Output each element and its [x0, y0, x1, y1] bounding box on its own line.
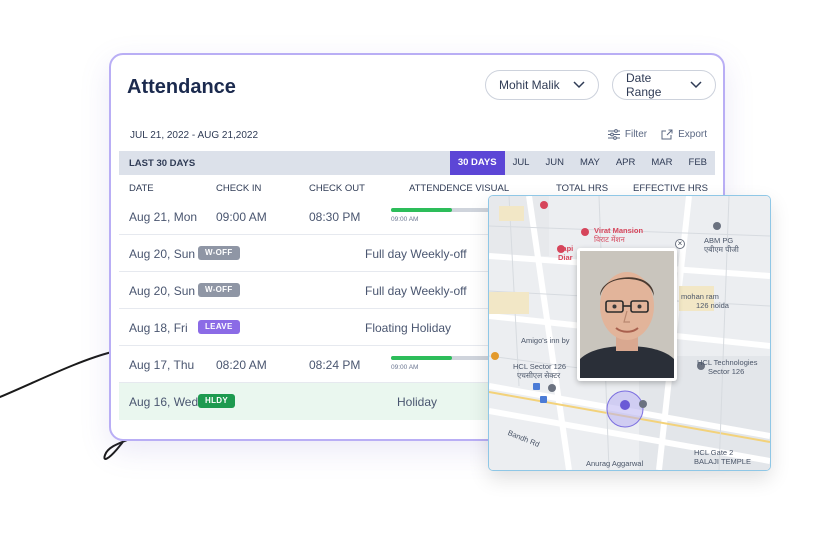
row-date: Aug 20, Sun [129, 247, 196, 261]
status-badge: LEAVE [198, 320, 240, 334]
export-label: Export [678, 129, 707, 140]
chevron-down-icon [690, 81, 702, 89]
location-map-popup: Virat Mansion विराट मेंशन Capi Diar ABM … [488, 195, 771, 471]
date-range-label: JUL 21, 2022 - AUG 21,2022 [130, 130, 259, 141]
row-date: Aug 16, Wed [129, 395, 199, 409]
column-header: TOTAL HRS [556, 183, 609, 194]
map-label-hcl-gate: HCL Gate 2 [694, 448, 734, 457]
map-label-abm-pg: ABM PG [704, 236, 734, 245]
map-label-hcl-tech: HCL Technologies [697, 358, 758, 367]
column-header: CHECK IN [216, 183, 262, 194]
row-note: Floating Holiday [365, 321, 452, 335]
close-icon[interactable]: × [675, 239, 685, 249]
attendance-track [391, 208, 501, 212]
row-check-out: 08:30 PM [309, 210, 361, 224]
attendance-track [391, 356, 501, 360]
employee-photo [577, 248, 677, 381]
tab-jul[interactable]: JUL [505, 151, 538, 175]
row-note: Full day Weekly-off [365, 284, 467, 298]
tab-apr[interactable]: APR [608, 151, 644, 175]
row-date: Aug 20, Sun [129, 284, 196, 298]
row-date: Aug 17, Thu [129, 358, 195, 372]
map-label-capi: Capi [557, 244, 574, 253]
map-label-balaji: BALAJI TEMPLE [694, 457, 751, 466]
row-date: Aug 21, Mon [129, 210, 198, 224]
map-label-mohan-ram: mohan ram [681, 292, 719, 301]
status-badge: W-OFF [198, 246, 240, 260]
tab-may[interactable]: MAY [572, 151, 608, 175]
face-photo-image [580, 251, 674, 378]
employee-select-value: Mohit Malik [499, 78, 560, 92]
tab-30-days[interactable]: 30 DAYS [449, 151, 505, 175]
attendance-visual: 09:00 AM [391, 208, 501, 223]
row-date: Aug 18, Fri [129, 321, 188, 335]
map-label-virat-mansion: Virat Mansion [594, 226, 644, 235]
column-header: CHECK OUT [309, 183, 365, 194]
row-check-in: 09:00 AM [216, 210, 267, 224]
map-label-virat-mansion-hindi: विराट मेंशन [594, 235, 625, 244]
row-note: Holiday [397, 395, 438, 409]
page-title: Attendance [127, 76, 236, 98]
map-label-noida: 126 noida [696, 301, 729, 310]
period-tabs: 30 DAYS JUL JUN MAY APR MAR FEB [449, 151, 715, 175]
filter-icon [607, 129, 620, 140]
attendance-visual: 09:00 AM [391, 356, 501, 371]
date-range-select[interactable]: Date Range [612, 70, 716, 100]
column-header: ATTENDENCE VISUAL [409, 183, 510, 194]
period-label: LAST 30 DAYS [129, 158, 196, 169]
map-label-hcl-sector-hindi: एचसीएल सेक्टर [517, 371, 561, 380]
tab-jun[interactable]: JUN [537, 151, 571, 175]
visual-start-time: 09:00 AM [391, 216, 419, 223]
attendance-fill [391, 208, 452, 212]
chevron-down-icon [573, 81, 585, 89]
visual-start-time: 09:00 AM [391, 364, 419, 371]
employee-select[interactable]: Mohit Malik [485, 70, 599, 100]
column-header: DATE [129, 183, 154, 194]
period-bar: LAST 30 DAYS 30 DAYS JUL JUN MAY APR MAR FEB [119, 151, 715, 175]
row-check-in: 08:20 AM [216, 358, 267, 372]
row-check-out: 08:24 PM [309, 358, 361, 372]
filter-label: Filter [624, 129, 648, 140]
filter-button[interactable]: Filter [607, 129, 648, 140]
status-badge: W-OFF [198, 283, 240, 297]
tab-mar[interactable]: MAR [643, 151, 680, 175]
export-button[interactable]: Export [661, 129, 707, 140]
attendance-fill [391, 356, 452, 360]
map-label-abm-pg-hindi: एबीएम पीजी [704, 245, 739, 254]
column-header: EFFECTIVE HRS [633, 183, 708, 194]
map-label-amigos: Amigo's inn by [521, 336, 570, 345]
tab-feb[interactable]: FEB [681, 151, 715, 175]
status-badge: HLDY [198, 394, 235, 408]
map-label-hcl-tech-sector: Sector 126 [708, 367, 745, 376]
map-label-diar: Diar [558, 253, 573, 262]
map-label-hcl-sector: HCL Sector 126 [513, 362, 567, 371]
export-icon [661, 129, 673, 140]
date-range-select-value: Date Range [626, 71, 662, 99]
map-label-anurag: Anurag Aggarwal [586, 459, 644, 468]
row-note: Full day Weekly-off [365, 247, 467, 261]
